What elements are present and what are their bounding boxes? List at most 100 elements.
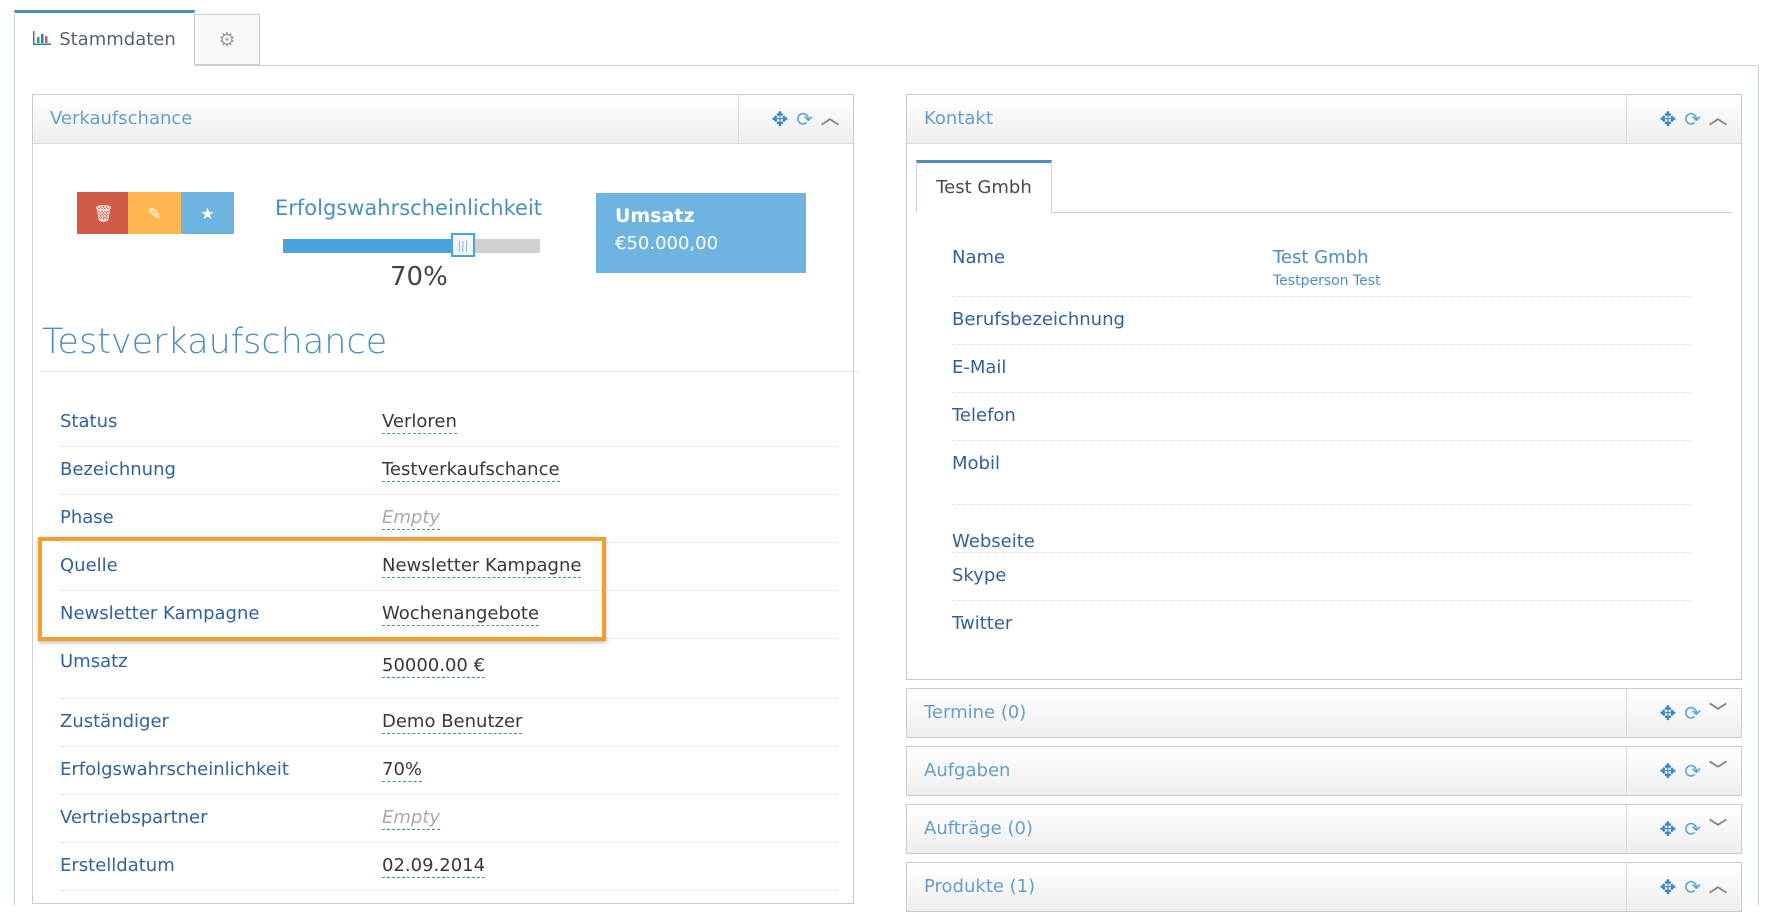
editable-value[interactable]: 70% [382,759,423,782]
info-row: Zuständiger Demo Benutzer [60,699,838,747]
move-icon[interactable]: ✥ [1659,761,1676,781]
widget-toolbar: ✥ ⟳ ﹀ [1626,747,1741,795]
widget-collapsed: Aufträge (0) ✥ ⟳ ﹀ [906,804,1742,854]
info-row-label: Vertriebspartner [60,807,208,828]
bar-chart-icon [33,30,52,49]
contact-label: Mobil [952,453,1000,474]
editable-value[interactable]: Verloren [382,411,457,434]
editable-value[interactable]: Empty [382,507,441,530]
contact-label: Telefon [952,405,1016,426]
editable-value[interactable]: 02.09.2014 [382,855,486,878]
umsatz-title: Umsatz [615,205,695,227]
info-row: Vertriebspartner Empty [60,795,838,843]
chevron-down-icon[interactable]: ﹀ [1709,762,1727,780]
info-row-label: Status [60,411,118,432]
editable-value[interactable]: Demo Benutzer [382,711,523,734]
move-icon[interactable]: ✥ [1659,877,1676,897]
move-icon[interactable]: ✥ [1659,109,1676,129]
move-icon[interactable]: ✥ [1659,703,1676,723]
contact-row: Twitter [952,601,1692,649]
info-row-label: Bezeichnung [60,459,176,480]
widget-toolbar: ✥ ⟳ ︿ [738,95,853,143]
probability-value: 70% [390,262,448,292]
info-row: Bezeichnung Testverkaufschance [60,447,838,495]
probability-slider[interactable]: ||| [283,233,540,257]
refresh-icon[interactable]: ⟳ [1684,819,1701,839]
widget-collapsed: Termine (0) ✥ ⟳ ﹀ [906,688,1742,738]
contact-label: Twitter [952,613,1013,634]
chevron-up-icon[interactable]: ︿ [821,110,839,128]
widget-title: Verkaufschance [50,108,193,129]
widget-collapsed: Produkte (1) ✥ ⟳ ︿ [906,862,1742,912]
refresh-icon[interactable]: ⟳ [1684,877,1701,897]
widget-toolbar: ✥ ⟳ ︿ [1626,863,1741,911]
edit-button[interactable]: ✎ [128,192,181,234]
refresh-icon[interactable]: ⟳ [1684,761,1701,781]
widget-header[interactable]: Aufträge (0) ✥ ⟳ ﹀ [907,805,1741,853]
info-row: Erfolgswahrscheinlichkeit 70% [60,747,838,795]
star-icon: ★ [200,203,215,223]
tab-stammdaten-label: Stammdaten [59,28,176,50]
move-icon[interactable]: ✥ [1659,819,1676,839]
refresh-icon[interactable]: ⟳ [1684,109,1701,129]
umsatz-value: €50.000,00 [615,233,719,254]
contact-row: Berufsbezeichnung [952,297,1692,345]
info-row-label: Umsatz [60,651,128,672]
chevron-down-icon[interactable]: ﹀ [1709,820,1727,838]
info-row-label: Zuständiger [60,711,169,732]
slider-fill [283,239,463,253]
contact-label: Berufsbezeichnung [952,309,1125,330]
chevron-down-icon[interactable]: ﹀ [1709,704,1727,722]
info-row: Phase Empty [60,495,838,543]
widget-header[interactable]: Aufgaben ✥ ⟳ ﹀ [907,747,1741,795]
delete-button[interactable]: 🗑 [77,192,130,234]
contact-row: E-Mail [952,345,1692,393]
widget-title: Aufträge (0) [924,818,1033,839]
highlight-box [38,537,606,641]
chevron-up-icon[interactable]: ︿ [1709,878,1727,896]
contact-name-link[interactable]: Test Gmbh [1273,247,1368,268]
tab-stammdaten[interactable]: Stammdaten [14,10,195,66]
info-row-label: Phase [60,507,114,528]
widget-title: Termine (0) [924,702,1027,723]
widget-collapsed: Aufgaben ✥ ⟳ ﹀ [906,746,1742,796]
opportunity-heading: Testverkaufschance [42,322,388,362]
widget-title: Kontakt [924,108,993,129]
info-row: Umsatz 50000.00 € [60,639,838,699]
tab-settings[interactable]: ⚙ [195,14,260,65]
move-icon[interactable]: ✥ [771,109,788,129]
info-row-label: Erstelldatum [60,855,175,876]
favorite-button[interactable]: ★ [181,192,234,234]
contact-row: Telefon [952,393,1692,441]
contact-tabbar: Test Gmbh [916,160,1732,213]
editable-value[interactable]: 50000.00 € [382,655,486,678]
widget-header: Kontakt ✥ ⟳ ︿ [907,95,1741,144]
refresh-icon[interactable]: ⟳ [796,109,813,129]
chevron-up-icon[interactable]: ︿ [1709,110,1727,128]
contact-row: Skype [952,553,1692,601]
editable-value[interactable]: Testverkaufschance [382,459,560,482]
umsatz-infobox: Umsatz €50.000,00 [596,193,806,273]
widget-title: Aufgaben [924,760,1011,781]
widget-header[interactable]: Produkte (1) ✥ ⟳ ︿ [907,863,1741,911]
info-row: Erstelldatum 02.09.2014 [60,843,838,891]
contact-label: Name [952,247,1006,268]
widget-kontakt: Kontakt ✥ ⟳ ︿ Test Gmbh Name Test Gmbh Tes… [906,94,1742,680]
widget-header[interactable]: Termine (0) ✥ ⟳ ﹀ [907,689,1741,737]
main-tabbar: Stammdaten ⚙ [14,10,1757,66]
info-row: Status Verloren [60,399,838,447]
tab-test-gmbh[interactable]: Test Gmbh [916,160,1052,213]
slider-handle[interactable]: ||| [450,233,475,257]
refresh-icon[interactable]: ⟳ [1684,703,1701,723]
widget-title: Produkte (1) [924,876,1036,897]
contact-row: Name Test Gmbh Testperson Test [952,235,1692,297]
widget-toolbar: ✥ ⟳ ﹀ [1626,805,1741,853]
contact-row: Mobil [952,441,1692,505]
gear-icon: ⚙ [218,28,236,51]
editable-value[interactable]: Empty [382,807,441,830]
contact-person-link[interactable]: Testperson Test [1273,273,1381,289]
contact-label: Webseite [952,531,1035,552]
trash-icon: 🗑 [93,203,114,223]
probability-label: Erfolgswahrscheinlichkeit [275,196,543,220]
heading-divider [42,371,858,372]
